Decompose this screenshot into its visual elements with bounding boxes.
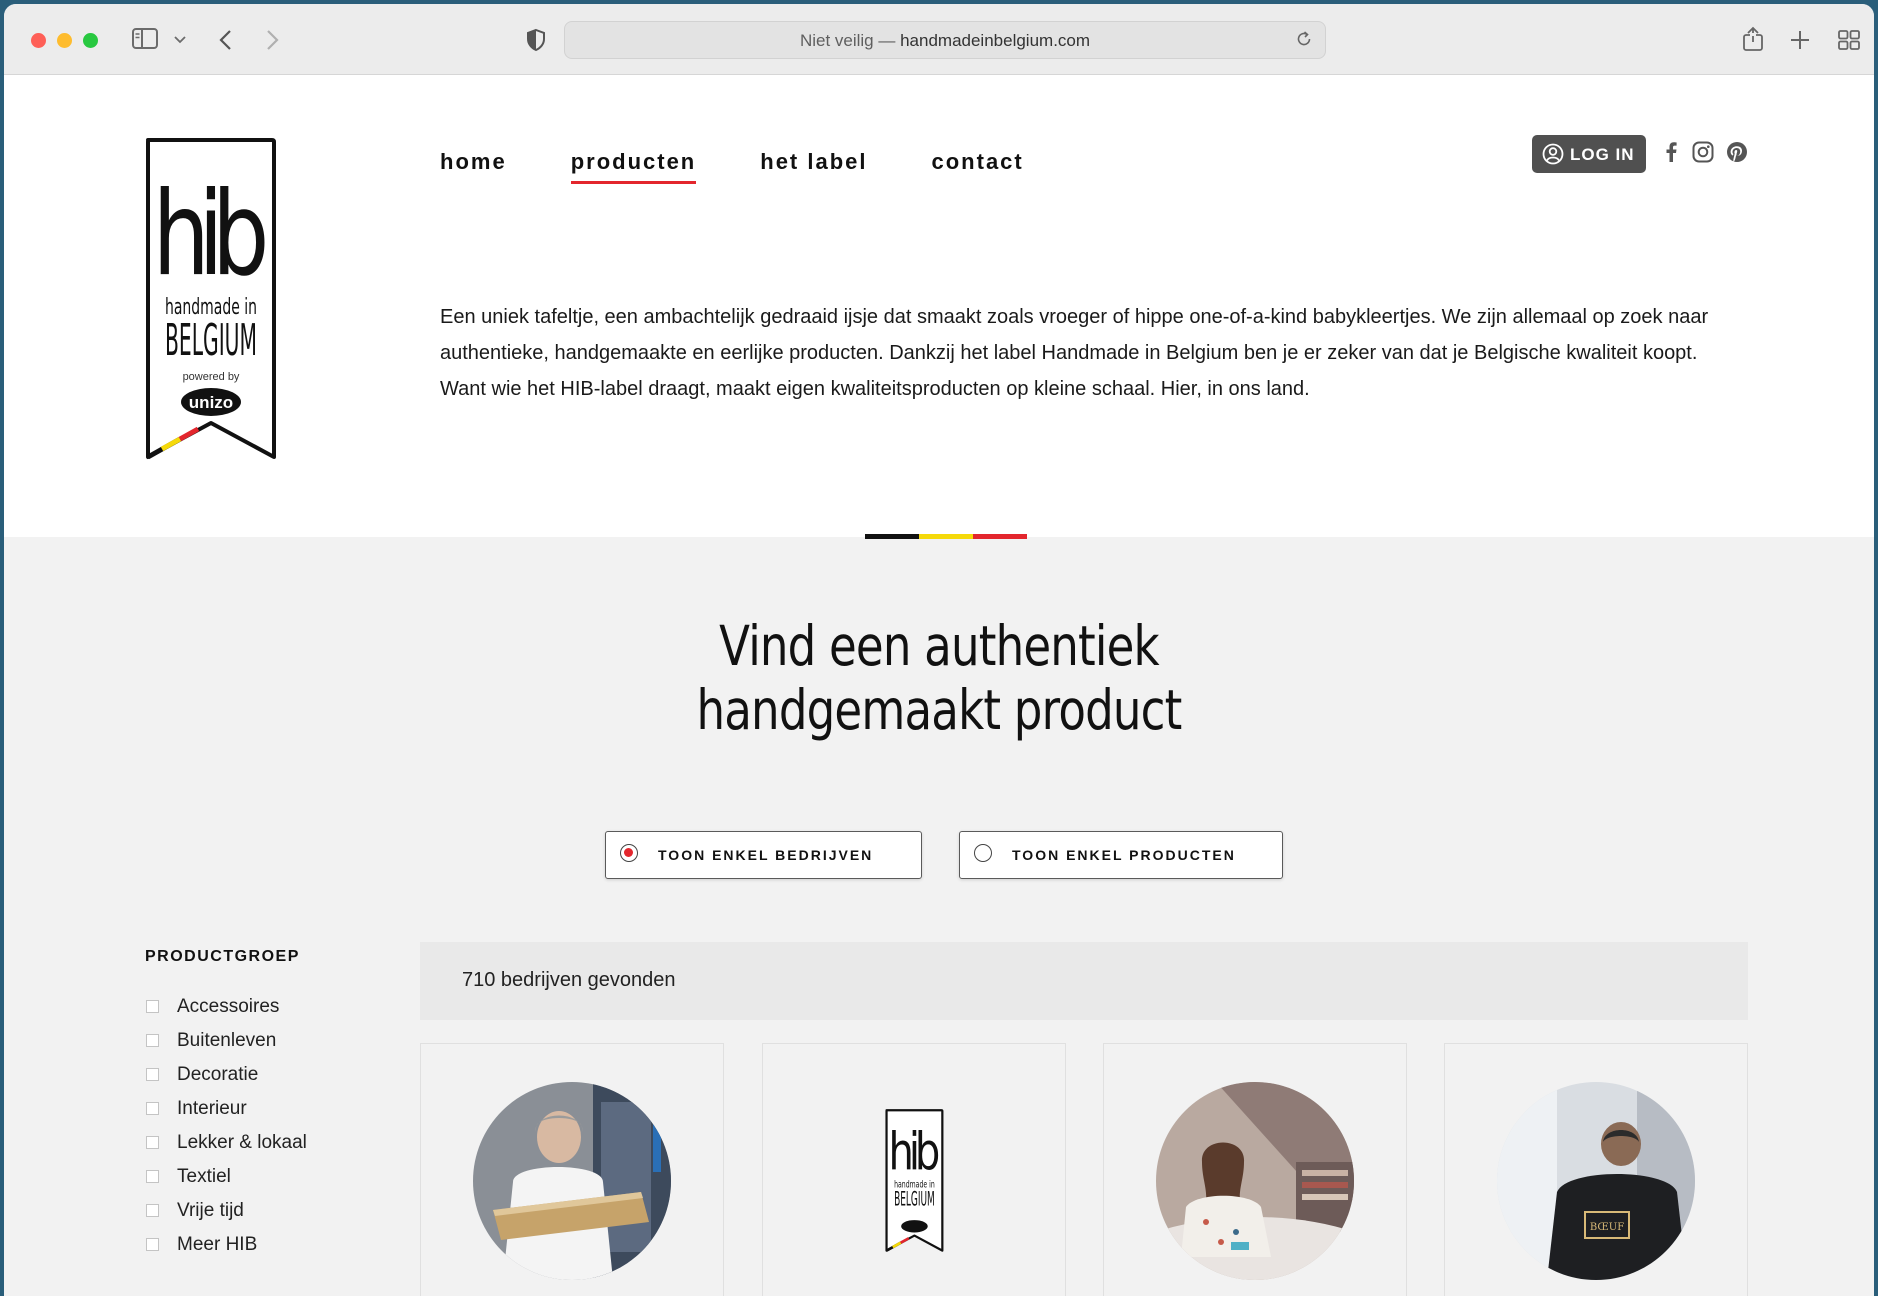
forward-icon[interactable] — [266, 29, 280, 51]
browser-toolbar: Niet veilig — handmadeinbelgium.com — [4, 4, 1874, 75]
minimize-window-button[interactable] — [57, 33, 72, 48]
intro-text: Een uniek tafeltje, een ambachtelijk ged… — [440, 306, 1709, 400]
site-header: hib handmade in BELGIUM powered by unizo… — [4, 75, 1874, 539]
user-icon — [1542, 143, 1564, 165]
instagram-icon[interactable] — [1692, 141, 1714, 163]
filter-label: Accessoires — [177, 996, 280, 1017]
nav-contact[interactable]: contact — [932, 149, 1024, 184]
reload-icon[interactable] — [1295, 30, 1313, 48]
zoom-window-button[interactable] — [83, 33, 98, 48]
filter-checkbox[interactable] — [146, 1102, 159, 1115]
filter-label: Interieur — [177, 1098, 247, 1119]
filter-checkbox[interactable] — [146, 1238, 159, 1251]
pinterest-icon[interactable] — [1726, 141, 1748, 163]
hib-logo-placeholder: hib handmade in BELGIUM — [885, 1109, 944, 1252]
filter-checkbox[interactable] — [146, 1204, 159, 1217]
hib-logo[interactable]: hib handmade in BELGIUM powered by unizo — [140, 137, 280, 467]
radio-companies[interactable] — [620, 844, 638, 862]
company-card[interactable] — [1103, 1043, 1407, 1296]
flag-bar-red — [973, 534, 1027, 539]
logo-powered-by: powered by — [183, 371, 240, 383]
results-bar: 710 bedrijven gevonden — [420, 942, 1748, 1020]
filter-label: Decoratie — [177, 1064, 259, 1085]
sidebar-toggle-icon[interactable] — [132, 28, 160, 50]
company-card[interactable] — [420, 1043, 724, 1296]
facebook-icon[interactable] — [1664, 141, 1678, 163]
logo-unizo: unizo — [189, 393, 233, 412]
company-photo-designer — [1156, 1082, 1354, 1280]
page-headline: Vind een authentiek handgemaakt product — [172, 614, 1705, 742]
nav-producten[interactable]: producten — [570, 149, 697, 184]
filter-label: Buitenleven — [177, 1030, 277, 1051]
filter-label: Meer HIB — [177, 1234, 258, 1255]
login-button[interactable]: LOG IN — [1532, 135, 1646, 173]
svg-text:hib: hib — [889, 1122, 941, 1182]
filter-checkbox[interactable] — [146, 1000, 159, 1013]
share-icon[interactable] — [1742, 26, 1764, 52]
toggle-products-button[interactable]: TOON ENKEL PRODUCTEN — [959, 831, 1283, 879]
chevron-down-icon[interactable] — [174, 36, 186, 44]
filter-checkbox[interactable] — [146, 1170, 159, 1183]
company-photo-butcher: BŒUF — [1497, 1082, 1695, 1280]
filter-checkbox[interactable] — [146, 1068, 159, 1081]
logo-hib-text: hib — [152, 166, 269, 302]
browser-window: Niet veilig — handmadeinbelgium.com hib … — [4, 4, 1874, 1296]
filter-checkbox[interactable] — [146, 1034, 159, 1047]
close-window-button[interactable] — [31, 33, 46, 48]
logo-line2: BELGIUM — [165, 315, 257, 366]
radio-products[interactable] — [974, 844, 992, 862]
new-tab-icon[interactable] — [1790, 30, 1810, 50]
url-domain: handmadeinbelgium.com — [900, 31, 1091, 50]
toggle-companies-button[interactable]: TOON ENKEL BEDRIJVEN — [605, 831, 922, 879]
login-label: LOG IN — [1570, 145, 1635, 164]
url-security-label: Niet veilig — — [799, 31, 896, 50]
filter-checkbox[interactable] — [146, 1136, 159, 1149]
flag-bar-yellow — [919, 534, 973, 539]
filter-label: Vrije tijd — [177, 1200, 244, 1221]
company-card[interactable]: BŒUF — [1444, 1043, 1748, 1296]
url-text: Niet veilig — handmadeinbelgium.com — [565, 31, 1325, 51]
tab-overview-icon[interactable] — [1838, 30, 1860, 50]
toggle-companies-label: TOON ENKEL BEDRIJVEN — [658, 847, 874, 863]
svg-text:BELGIUM: BELGIUM — [894, 1187, 935, 1210]
back-icon[interactable] — [218, 29, 232, 51]
headline-line2: handgemaakt product — [696, 678, 1182, 742]
svg-text:BŒUF: BŒUF — [1590, 1222, 1624, 1233]
nav-home[interactable]: home — [440, 149, 507, 184]
company-photo-baker — [473, 1082, 671, 1280]
nav-het-label[interactable]: het label — [760, 149, 867, 184]
filter-label: Lekker & lokaal — [177, 1132, 307, 1153]
filter-label: Textiel — [177, 1166, 231, 1187]
address-bar[interactable]: Niet veilig — handmadeinbelgium.com — [564, 21, 1326, 59]
headline-line1: Vind een authentiek — [719, 614, 1159, 678]
results-count: 710 bedrijven gevonden — [462, 969, 676, 991]
main-nav: home producten het label contact — [440, 149, 1088, 184]
company-card[interactable]: hib handmade in BELGIUM — [762, 1043, 1066, 1296]
flag-bar-black — [865, 534, 919, 539]
toggle-products-label: TOON ENKEL PRODUCTEN — [1012, 847, 1236, 863]
productgroep-title: PRODUCTGROEP — [145, 948, 300, 965]
privacy-shield-icon[interactable] — [526, 28, 546, 52]
